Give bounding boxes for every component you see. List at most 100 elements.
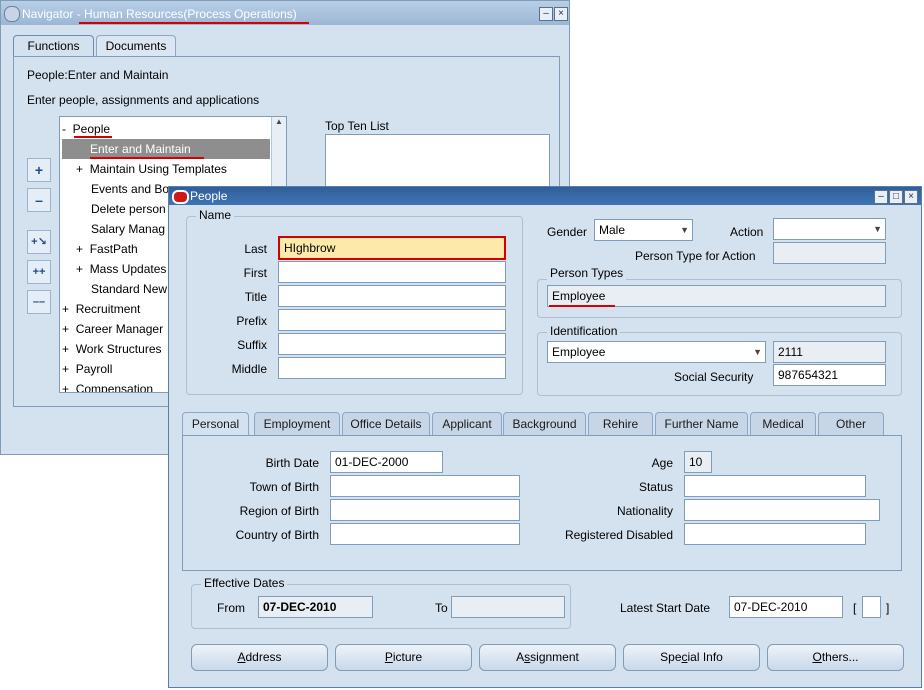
tree-item[interactable]: + Compensation <box>62 379 154 393</box>
birth-date-field[interactable]: 01-DEC-2000 <box>330 451 443 473</box>
people-window: People – □ × Name Last HIghbrow First Ti… <box>168 186 922 688</box>
tree-item[interactable]: + Work Structures <box>62 339 162 359</box>
tree-prefix: + <box>62 382 70 393</box>
tree-prefix: - <box>62 122 66 136</box>
close-icon[interactable]: × <box>554 7 568 21</box>
title-field[interactable] <box>278 285 506 307</box>
tree-item[interactable]: + Recruitment <box>62 299 140 319</box>
people-titlebar[interactable]: People – □ × <box>169 187 921 205</box>
region-of-birth-label: Region of Birth <box>239 504 319 518</box>
tab-employment[interactable]: Employment <box>254 412 340 436</box>
registered-disabled-label: Registered Disabled <box>564 528 673 542</box>
tab-documents[interactable]: Documents <box>96 35 176 57</box>
identification-label: Identification <box>547 324 621 338</box>
dropdown-arrow-icon: ▼ <box>680 225 689 235</box>
personal-tab-panel: Birth Date 01-DEC-2000 Town of Birth Reg… <box>182 435 902 571</box>
to-label: To <box>435 601 448 615</box>
person-types-label: Person Types <box>547 266 627 280</box>
assignment-button[interactable]: Assignment <box>479 644 616 671</box>
tree-item[interactable]: + Career Manager <box>62 319 163 339</box>
expand-all-icon[interactable]: ++ <box>27 260 51 284</box>
tab-functions[interactable]: Functions <box>13 35 94 57</box>
picture-button[interactable]: Picture <box>335 644 472 671</box>
tab-background[interactable]: Background <box>503 412 586 436</box>
dropdown-arrow-icon: ▼ <box>753 347 762 357</box>
tab-applicant[interactable]: Applicant <box>432 412 502 436</box>
descriptive-flexfield[interactable] <box>862 596 881 618</box>
employee-number-field[interactable]: 2111 <box>773 341 886 363</box>
gender-select[interactable]: Male ▼ <box>594 219 693 241</box>
close-icon[interactable]: × <box>904 190 918 204</box>
tree-item[interactable]: Standard New <box>91 279 167 299</box>
maximize-icon[interactable]: □ <box>889 190 903 204</box>
effective-from-field[interactable]: 07-DEC-2010 <box>258 596 373 618</box>
region-of-birth-field[interactable] <box>330 499 520 521</box>
collapse-icon[interactable]: – <box>27 188 51 212</box>
collapse-all-icon[interactable]: –– <box>27 290 51 314</box>
registered-disabled-field[interactable] <box>684 523 866 545</box>
tree-label: Work Structures <box>75 342 162 356</box>
from-label: From <box>217 601 245 615</box>
tree-item[interactable]: + Maintain Using Templates <box>76 159 227 179</box>
button-text: A <box>516 650 525 664</box>
oracle-app-icon <box>4 6 20 22</box>
country-of-birth-field[interactable] <box>330 523 520 545</box>
navigator-titlebar[interactable]: Navigator - Human Resources(Process Oper… <box>1 1 569 25</box>
tree-label: Maintain Using Templates <box>89 162 227 176</box>
town-of-birth-field[interactable] <box>330 475 520 497</box>
tree-label: Compensation <box>75 382 154 393</box>
action-select[interactable]: ▼ <box>773 218 886 240</box>
prefix-field[interactable] <box>278 309 506 331</box>
name-group-label: Name <box>196 208 235 222</box>
tab-rehire[interactable]: Rehire <box>588 412 653 436</box>
first-name-field[interactable] <box>278 261 506 283</box>
age-field[interactable]: 10 <box>684 451 712 473</box>
tab-medical[interactable]: Medical <box>750 412 816 436</box>
top-ten-label: Top Ten List <box>325 119 389 133</box>
tab-further-name[interactable]: Further Name <box>655 412 748 436</box>
tab-personal[interactable]: Personal <box>182 412 249 436</box>
social-security-field[interactable]: 987654321 <box>773 364 886 386</box>
tab-other[interactable]: Other <box>818 412 884 436</box>
tree-prefix: + <box>76 262 84 276</box>
tree-label: Mass Updates <box>89 262 167 276</box>
latest-start-date-field[interactable]: 07-DEC-2010 <box>729 596 843 618</box>
tree-item-enter-maintain[interactable]: Enter and Maintain <box>62 139 270 159</box>
identification-type-select[interactable]: Employee ▼ <box>547 341 766 363</box>
tree-item[interactable]: + Mass Updates <box>76 259 166 279</box>
minimize-icon[interactable]: – <box>539 7 553 21</box>
middle-name-field[interactable] <box>278 357 506 379</box>
button-text: icture <box>392 650 423 664</box>
tree-item[interactable]: + FastPath <box>76 239 138 259</box>
button-text: Spe <box>660 650 682 664</box>
expand-branch-icon[interactable]: +↘ <box>27 230 51 254</box>
special-info-button[interactable]: Special Info <box>623 644 760 671</box>
others-button[interactable]: Others... <box>767 644 904 671</box>
status-label: Status <box>638 480 673 494</box>
employee-underline-annotation <box>549 305 615 307</box>
tree-prefix: + <box>62 322 70 336</box>
tree-label: FastPath <box>89 242 138 256</box>
people-title: People <box>190 189 228 203</box>
button-text: thers... <box>821 650 859 664</box>
suffix-field[interactable] <box>278 333 506 355</box>
last-name-field[interactable]: HIghbrow <box>278 236 506 260</box>
effective-to-field[interactable] <box>451 596 565 618</box>
tab-office-details[interactable]: Office Details <box>342 412 430 436</box>
address-button[interactable]: Address <box>191 644 328 671</box>
person-types-field[interactable]: Employee <box>547 285 886 307</box>
expand-icon[interactable]: + <box>27 158 51 182</box>
person-type-for-action-label: Person Type for Action <box>635 249 756 263</box>
person-type-for-action-field[interactable] <box>773 242 886 264</box>
country-of-birth-label: Country of Birth <box>235 528 319 542</box>
tree-item[interactable]: Events and Bo <box>91 179 169 199</box>
tree-item[interactable]: + Payroll <box>62 359 112 379</box>
tree-item[interactable]: Salary Manag <box>91 219 165 239</box>
tree-item[interactable]: Delete person <box>91 199 166 219</box>
nationality-field[interactable] <box>684 499 880 521</box>
effective-dates-label: Effective Dates <box>201 576 288 590</box>
suffix-label: Suffix <box>237 338 267 352</box>
minimize-icon[interactable]: – <box>874 190 888 204</box>
button-text: signment <box>530 650 579 664</box>
status-field[interactable] <box>684 475 866 497</box>
